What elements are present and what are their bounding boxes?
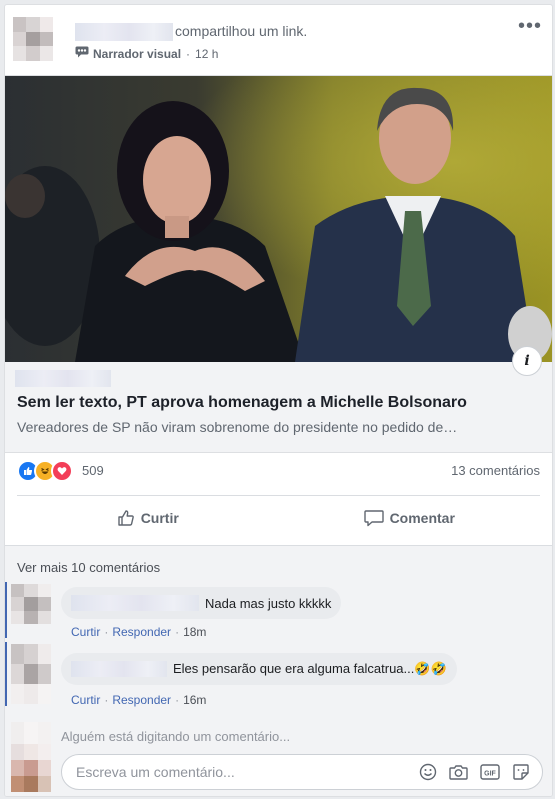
like-label: Curtir [140,510,179,526]
commenter-avatar[interactable] [11,584,51,624]
meta-dot: · [175,625,180,639]
meta-dot: · [104,625,109,639]
comment-icon [363,510,384,527]
emoji-icon[interactable] [419,763,437,781]
shared-text: compartilhou um link. [175,23,308,39]
comments-count-link[interactable]: 13 comentários [451,463,540,478]
comment-text: Eles pensarão que era alguma falcatrua..… [173,661,447,676]
info-icon[interactable]: i [512,346,542,376]
comment-time[interactable]: 16m [183,693,206,707]
link-source-redacted [15,370,111,387]
post-meta: Narrador visual · 12 h [75,46,218,61]
see-more-comments-link[interactable]: Ver mais 10 comentários [17,560,160,575]
author-name-redacted[interactable] [75,23,173,42]
reactions-summary: 509 13 comentários [17,460,540,484]
post-card: compartilhou um link. Narrador visual · … [4,4,553,797]
comment-input-placeholder: Escreva um comentário... [76,764,235,780]
gif-icon[interactable]: GIF [480,763,500,781]
commenter-name-redacted[interactable] [71,661,167,677]
like-button[interactable]: Curtir [17,497,279,539]
comment-reply-link[interactable]: Responder [112,693,171,707]
comment-meta: Curtir · Responder · 18m [71,625,206,639]
camera-icon[interactable] [449,763,468,781]
link-preview[interactable]: i Sem ler texto, PT aprova homenagem a M… [5,75,552,453]
typing-avatar [11,722,51,744]
comment-like-link[interactable]: Curtir [71,693,100,707]
meta-dot: · [104,693,109,707]
meta-dot: · [175,693,180,707]
post-time[interactable]: 12 h [195,47,218,61]
thumbs-up-icon [117,510,134,526]
current-user-avatar[interactable] [11,744,51,792]
link-description[interactable]: Vereadores de SP não viram sobrenome do … [17,419,457,435]
reaction-count[interactable]: 509 [82,463,104,478]
post-actions: Curtir Comentar [17,497,540,539]
comment-bubble: Nada mas justo kkkkk [61,587,342,619]
link-title[interactable]: Sem ler texto, PT aprova homenagem a Mic… [17,394,467,412]
comment-highlight-bar [5,582,7,638]
sticker-icon[interactable] [512,763,530,781]
comment-time[interactable]: 18m [183,625,206,639]
more-options-icon[interactable]: ••• [518,16,542,36]
comment-reply-link[interactable]: Responder [112,625,171,639]
comment-button[interactable]: Comentar [279,497,541,539]
page-name-link[interactable]: Narrador visual [93,47,181,61]
page-icon [75,46,89,61]
love-icon [51,460,73,482]
composer-tools: GIF [419,763,530,781]
typing-indicator: Alguém está digitando um comentário... [61,729,291,744]
post-header: compartilhou um link. Narrador visual · … [13,16,544,67]
share-line: compartilhou um link. [75,23,308,42]
meta-separator: · [186,46,191,61]
comment-highlight-bar [5,642,7,706]
comment-bubble: Eles pensarão que era alguma falcatrua..… [61,653,457,685]
author-avatar[interactable] [13,17,53,61]
link-preview-image[interactable] [5,76,552,362]
commenter-avatar[interactable] [11,644,51,704]
divider [17,495,540,496]
svg-text:GIF: GIF [484,771,496,778]
commenter-name-redacted[interactable] [71,595,199,611]
comment-label: Comentar [389,510,455,526]
comments-section: Ver mais 10 comentários Nada mas justo k… [5,545,552,796]
comment-input[interactable]: Escreva um comentário... GIF [61,754,543,790]
comment-text: Nada mas justo kkkkk [205,595,332,611]
comment-meta: Curtir · Responder · 16m [71,693,206,707]
reaction-icons[interactable] [17,460,73,482]
comment-like-link[interactable]: Curtir [71,625,100,639]
